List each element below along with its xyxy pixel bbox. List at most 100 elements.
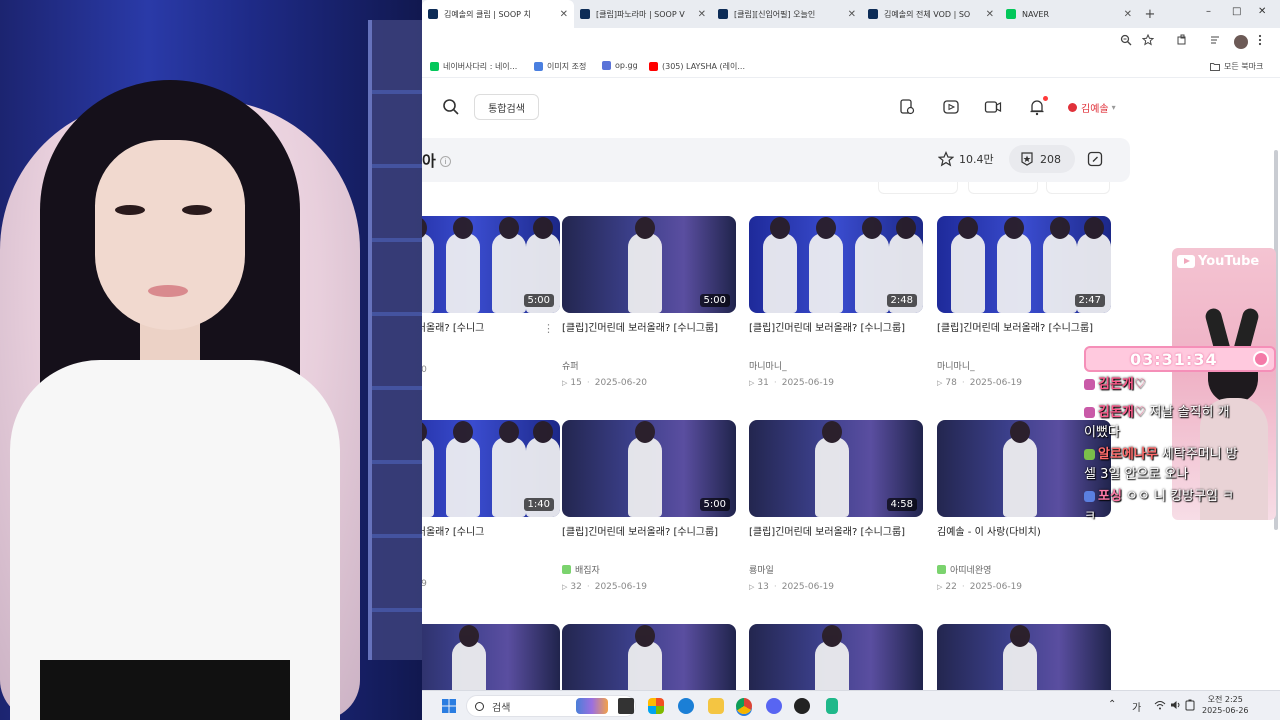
video-thumbnail[interactable] [562, 624, 736, 690]
video-card[interactable] [937, 624, 1111, 690]
task-view-icon[interactable] [618, 698, 634, 714]
video-title[interactable]: 린데 보러올래? [수니그 [422, 321, 560, 353]
file-explorer-icon[interactable] [708, 698, 724, 714]
tab-close-icon[interactable]: ✕ [694, 9, 706, 20]
extensions-icon[interactable] [1176, 34, 1188, 46]
tab-1[interactable]: [클립]파노라마 | SOOP V ✕ [574, 0, 712, 28]
post-count[interactable]: 208 [1019, 151, 1061, 167]
edge-icon[interactable] [678, 698, 694, 714]
bookmarks-bar: 네이버사다리 : 네이... 이미지 조정 op.gg (305) LAYSHA… [422, 56, 1280, 78]
volume-icon[interactable] [1170, 699, 1182, 711]
wifi-icon[interactable] [1154, 699, 1166, 711]
video-card[interactable]: 4:58 [클립]긴머린데 보러올래? [수니그룹] 룡마일 ▷ 13 · 2025-06-… [749, 420, 923, 592]
bookmark-item[interactable]: 이미지 조정 [534, 61, 586, 72]
bookmark-item[interactable]: op.gg [602, 61, 638, 70]
video-card[interactable]: 2:48 [클립]긴머린데 보러올래? [수니그룹] 마니마니_ ▷ 31 · 2025-0… [749, 216, 923, 388]
video-title[interactable]: [클립]긴머린데 보러올래? [수니그룹] [749, 321, 923, 353]
video-thumbnail[interactable] [937, 624, 1111, 690]
video-thumbnail[interactable] [422, 624, 560, 690]
upload-icon[interactable] [898, 98, 916, 116]
video-duration: 5:00 [523, 294, 554, 307]
tab-title: NAVER [1022, 9, 1050, 19]
info-icon[interactable]: i [440, 156, 451, 167]
filter-chip[interactable] [878, 182, 958, 194]
video-author[interactable]: 아띠네완영 [937, 563, 1111, 576]
favorite-count[interactable]: 10.4만 [938, 151, 994, 167]
filter-chip[interactable] [1046, 182, 1110, 194]
camera-icon[interactable] [984, 98, 1002, 116]
close-window-button[interactable]: ✕ [1258, 6, 1266, 17]
search-icon[interactable] [442, 98, 460, 116]
video-title[interactable]: 김예솔 - 이 사랑(다비치) [937, 525, 1111, 557]
zoom-icon[interactable] [1120, 34, 1132, 46]
video-thumbnail[interactable]: 2:48 [749, 216, 923, 313]
menu-kebab-icon[interactable] [1258, 34, 1262, 46]
video-card[interactable] [749, 624, 923, 690]
system-clock[interactable]: 오전 2:25 2025-06-26 [1202, 694, 1249, 716]
video-card[interactable]: 5:00 [클립]긴머린데 보러올래? [수니그룹] 배집자 ▷ 32 · 2025-06-… [562, 420, 736, 592]
video-card[interactable]: 5:00 린데 보러올래? [수니그 25-06-20 ⋮ [422, 216, 560, 375]
bookmark-item[interactable]: 네이버사다리 : 네이... [430, 61, 517, 72]
chrome-icon[interactable] [736, 698, 752, 714]
windows-start-icon[interactable] [442, 699, 456, 713]
copilot-icon[interactable] [648, 698, 664, 714]
video-author[interactable]: 배집자 [562, 563, 736, 576]
ime-indicator[interactable]: 가 [1132, 699, 1141, 714]
thumbnail-figure [628, 217, 662, 313]
chat-message: 포싱 ㅇㅇ 니 킹방구임 ㅋ [1084, 488, 1234, 506]
tray-chevron-icon[interactable]: ⌃ [1108, 699, 1116, 710]
video-author[interactable]: 26 [422, 563, 560, 573]
tab-3[interactable]: 김예솔의 전체 VOD | SO ✕ [862, 0, 1000, 28]
edit-icon[interactable] [1087, 151, 1103, 167]
video-title[interactable]: [클립]긴머린데 보러올래? [수니그룹] [562, 321, 736, 353]
video-thumbnail[interactable]: 4:58 [749, 420, 923, 517]
tab-close-icon[interactable]: ✕ [982, 9, 994, 20]
video-thumbnail[interactable]: 5:00 [422, 216, 560, 313]
video-title[interactable]: [클립]긴머린데 보러올래? [수니그룹] [749, 525, 923, 557]
video-duration: 4:58 [886, 498, 917, 511]
video-add-icon[interactable] [942, 98, 960, 116]
battery-icon[interactable] [1185, 699, 1195, 711]
video-author[interactable]: 마니마니_ [749, 359, 923, 372]
tab-0[interactable]: 김예솔의 클립 | SOOP 치 ✕ [422, 0, 574, 28]
tab-4[interactable]: NAVER ✕ [1000, 0, 1138, 28]
views-play-icon: ▷ [749, 379, 755, 387]
maximize-button[interactable]: □ [1232, 6, 1241, 17]
tab-close-icon[interactable]: ✕ [556, 9, 568, 20]
user-menu[interactable]: 김예솔 ▾ [1068, 100, 1116, 115]
all-bookmarks[interactable]: 모든 북마크 [1210, 61, 1263, 72]
video-thumbnail[interactable] [749, 624, 923, 690]
media-player-icon[interactable] [794, 698, 810, 714]
tab-title: [클립]파노라마 | SOOP V [596, 9, 685, 19]
taskbar-search[interactable]: 검색 [466, 695, 636, 717]
video-thumbnail[interactable]: 5:00 [562, 216, 736, 313]
tab-close-icon[interactable]: ✕ [1120, 9, 1132, 20]
filter-chip[interactable] [968, 182, 1038, 194]
video-card[interactable]: 5:00 [클립]긴머린데 보러올래? [수니그룹] 슈퍼 ▷ 15 · 2025-06-2… [562, 216, 736, 388]
upload-date: 25-06-19 [422, 579, 427, 589]
media-control-icon[interactable] [1210, 34, 1222, 46]
video-author[interactable]: 슈퍼 [562, 359, 736, 372]
tab-2[interactable]: [클립][신입어필] 오늘인 ✕ [712, 0, 862, 28]
minimize-button[interactable]: – [1206, 6, 1211, 17]
video-author[interactable]: 룡마일 [749, 563, 923, 576]
bookmark-favicon-icon [649, 62, 658, 71]
video-thumbnail[interactable]: 1:40 [422, 420, 560, 517]
bookmark-item[interactable]: (305) LAYSHA (레이... [649, 61, 745, 72]
profile-avatar[interactable] [1234, 35, 1248, 49]
more-options-icon[interactable]: ⋮ [543, 322, 554, 335]
video-title[interactable]: [클립]긴머린데 보러올래? [수니그룹] [562, 525, 736, 557]
video-card[interactable]: 1:40 린데 보러올래? [수니그 26 25-06-19 [422, 420, 560, 589]
integrated-search-button[interactable]: 통합검색 [474, 94, 539, 120]
app-icon[interactable] [826, 698, 838, 714]
tab-close-icon[interactable]: ✕ [844, 9, 856, 20]
video-thumbnail[interactable]: 5:00 [562, 420, 736, 517]
video-card[interactable] [422, 624, 560, 690]
discord-icon[interactable] [766, 698, 782, 714]
video-title[interactable]: 린데 보러올래? [수니그 [422, 525, 560, 557]
new-tab-button[interactable]: + [1138, 7, 1162, 22]
video-thumbnail[interactable]: 2:47 [937, 216, 1111, 313]
video-card[interactable] [562, 624, 736, 690]
author-name: 슈퍼 [562, 362, 579, 372]
bookmark-star-icon[interactable] [1142, 34, 1154, 46]
